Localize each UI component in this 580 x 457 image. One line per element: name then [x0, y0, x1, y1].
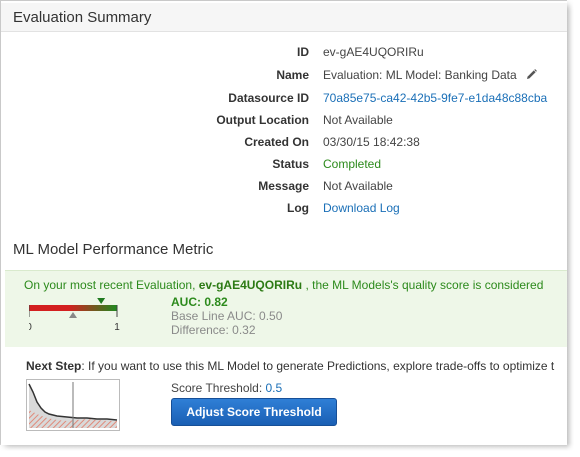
score-threshold-value: 0.5 — [265, 381, 283, 395]
torn-edge-bottom — [0, 443, 580, 457]
gauge-bar — [29, 305, 117, 311]
performance-message-prefix: On your most recent Evaluation, — [24, 278, 199, 292]
gauge-min-label: 0 — [29, 322, 32, 333]
next-step-label: Next Step — [26, 359, 82, 373]
section-title: ML Model Performance Metric — [13, 241, 214, 258]
message-value: Not Available — [323, 179, 393, 193]
field-row-message: Message Not Available — [1, 179, 567, 199]
status-value: Completed — [323, 157, 382, 171]
field-label: Log — [287, 201, 309, 215]
auc-difference-value: Difference: 0.32 — [171, 323, 256, 337]
field-row-id: ID ev-gAE4UQORIRu — [1, 45, 567, 65]
output-location-value: Not Available — [323, 113, 393, 127]
field-row-name: Name Evaluation: ML Model: Banking Data — [1, 68, 567, 88]
adjust-score-threshold-button[interactable]: Adjust Score Threshold — [171, 398, 337, 426]
torn-edge-right — [566, 0, 580, 457]
field-label: Message — [258, 179, 309, 193]
gauge-max-label: 1 — [114, 322, 120, 333]
performance-message: On your most recent Evaluation, ev-gAE4U… — [24, 278, 543, 292]
baseline-marker-icon — [69, 312, 77, 318]
performance-metric-header: ML Model Performance Metric — [1, 235, 567, 263]
field-row-datasource: Datasource ID 70a85e75-ca42-42b5-9fe7-e1… — [1, 91, 567, 111]
field-label: Name — [276, 68, 309, 82]
baseline-auc-value: Base Line AUC: 0.50 — [171, 309, 283, 323]
field-label: Status — [272, 157, 309, 171]
auc-marker-icon — [97, 298, 106, 304]
evaluation-panel: Evaluation Summary ID ev-gAE4UQORIRu Nam… — [0, 0, 567, 445]
score-threshold-label: Score Threshold: — [171, 381, 266, 395]
field-row-created-on: Created On 03/30/15 18:42:38 — [1, 135, 567, 155]
auc-value: AUC: 0.82 — [171, 295, 228, 309]
evaluation-summary-header: Evaluation Summary — [1, 3, 567, 32]
score-threshold: Score Threshold: 0.5 — [171, 381, 282, 395]
performance-message-suffix: , the ML Models's quality score is consi… — [302, 278, 544, 292]
created-on-value: 03/30/15 18:42:38 — [323, 135, 420, 149]
download-log-link[interactable]: Download Log — [323, 201, 400, 215]
field-row-status: Status Completed — [1, 157, 567, 177]
score-distribution-thumbnail[interactable] — [26, 379, 120, 431]
auc-gauge: 0 1 — [29, 298, 120, 333]
field-label: Created On — [244, 135, 309, 149]
next-step-text: Next Step: If you want to use this ML Mo… — [26, 359, 554, 373]
evaluation-id-highlight: ev-gAE4UQORIRu — [198, 278, 303, 292]
evaluation-name-value: Evaluation: ML Model: Banking Data — [323, 68, 537, 83]
field-label: Datasource ID — [228, 91, 309, 105]
section-title: Evaluation Summary — [13, 9, 152, 26]
pencil-edit-icon[interactable] — [526, 69, 537, 83]
datasource-id-link[interactable]: 70a85e75-ca42-42b5-9fe7-e1da48c88cba — [323, 91, 547, 105]
field-row-output-location: Output Location Not Available — [1, 113, 567, 133]
field-row-log: Log Download Log — [1, 201, 567, 221]
evaluation-id-value: ev-gAE4UQORIRu — [323, 45, 424, 59]
field-label: Output Location — [216, 113, 309, 127]
field-label: ID — [297, 45, 309, 59]
evaluation-name-text: Evaluation: ML Model: Banking Data — [323, 68, 517, 82]
next-step-description: : If you want to use this ML Model to ge… — [81, 359, 555, 373]
